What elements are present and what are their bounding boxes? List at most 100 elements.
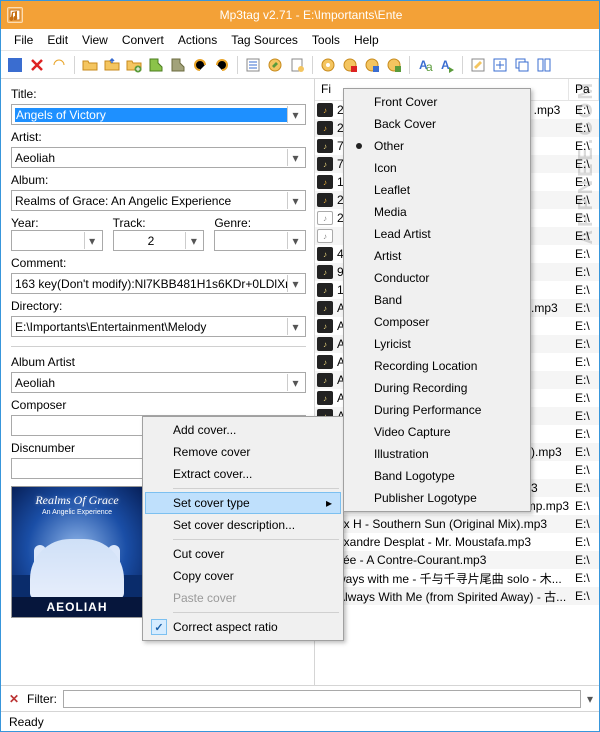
filter-input[interactable]	[63, 690, 581, 708]
folder-add-button[interactable]	[124, 55, 144, 75]
chevron-down-icon[interactable]: ▾	[287, 275, 303, 292]
menu-item[interactable]: Other	[346, 135, 528, 157]
genre-input[interactable]: ▾	[214, 230, 306, 251]
chevron-down-icon[interactable]: ▾	[287, 232, 303, 249]
menu-item[interactable]: Conductor	[346, 267, 528, 289]
menu-item[interactable]: Remove cover	[145, 441, 341, 463]
comment-input[interactable]: 163 key(Don't modify):Nl7KBB481H1s6KDr+0…	[11, 273, 306, 294]
mb2-button[interactable]	[340, 55, 360, 75]
table-row[interactable]: ♪exandre Desplat - Mr. Moustafa.mp3E:\	[315, 533, 599, 551]
menu-item[interactable]: Band	[346, 289, 528, 311]
tag-copy-button[interactable]	[146, 55, 166, 75]
mb1-button[interactable]	[318, 55, 338, 75]
menu-help[interactable]: Help	[347, 31, 386, 49]
cover-art[interactable]: Realms Of Grace An Angelic Experience AE…	[11, 486, 143, 618]
chevron-down-icon[interactable]: ▾	[587, 692, 593, 706]
cover-type-submenu[interactable]: Front CoverBack CoverOtherIcon Leaflet Med…	[343, 88, 531, 512]
mb3-button[interactable]	[362, 55, 382, 75]
menu-item[interactable]: Video Capture	[346, 421, 528, 443]
tag-edit-button[interactable]	[265, 55, 285, 75]
action-a-button[interactable]: Aa	[415, 55, 435, 75]
menu-item[interactable]: Composer	[346, 311, 528, 333]
close-icon[interactable]: ✕	[7, 692, 21, 706]
menu-convert[interactable]: Convert	[115, 31, 171, 49]
table-row[interactable]: ♪ways with me - 千与千寻片尾曲 solo - 木...E:\	[315, 569, 599, 587]
menu-item[interactable]: Correct aspect ratio	[145, 616, 341, 638]
menu-item[interactable]: Front Cover	[346, 91, 528, 113]
cover-context-menu[interactable]: Add cover...Remove coverExtract cover...…	[142, 416, 344, 641]
menu-label: Leaflet	[374, 183, 410, 197]
undo2-button[interactable]	[190, 55, 210, 75]
filter-label: Filter:	[27, 692, 57, 706]
action-run-button[interactable]: A	[437, 55, 457, 75]
album-label: Album:	[11, 173, 306, 187]
cascade-button[interactable]	[512, 55, 532, 75]
menu-view[interactable]: View	[75, 31, 115, 49]
filepath: E:\	[575, 193, 599, 207]
track-input[interactable]: 2▾	[113, 230, 205, 251]
submenu-arrow-icon: ▸	[326, 496, 332, 510]
menu-item[interactable]: Illustration	[346, 443, 528, 465]
menu-item[interactable]: Copy cover	[145, 565, 341, 587]
menu-tag-sources[interactable]: Tag Sources	[224, 31, 305, 49]
menu-item[interactable]: Publisher Logotype	[346, 487, 528, 509]
year-input[interactable]: ▾	[11, 230, 103, 251]
folder-up-button[interactable]	[102, 55, 122, 75]
chevron-down-icon[interactable]: ▾	[287, 149, 303, 166]
edit-button[interactable]	[468, 55, 488, 75]
tag-file-button[interactable]	[287, 55, 307, 75]
directory-input[interactable]: E:\Importants\Entertainment\Melody▾	[11, 316, 306, 337]
menu-item[interactable]: Icon	[346, 157, 528, 179]
chevron-down-icon[interactable]: ▾	[287, 318, 303, 335]
artist-input[interactable]: Aeoliah▾	[11, 147, 306, 168]
menu-item[interactable]: Recording Location	[346, 355, 528, 377]
menu-item[interactable]: During Performance	[346, 399, 528, 421]
table-row[interactable]: ♪Always With Me (from Spirited Away) - 古…	[315, 587, 599, 605]
menu-item[interactable]: Add cover...	[145, 419, 341, 441]
table-row[interactable]: ♪	[315, 605, 599, 623]
new-tab-button[interactable]	[490, 55, 510, 75]
album-artist-input[interactable]: Aeoliah▾	[11, 372, 306, 393]
save-button[interactable]	[5, 55, 25, 75]
menu-file[interactable]: File	[7, 31, 40, 49]
undo-button[interactable]	[49, 55, 69, 75]
separator	[74, 56, 75, 74]
menu-item[interactable]: Leaflet	[346, 179, 528, 201]
menu-item[interactable]: Band Logotype	[346, 465, 528, 487]
chevron-down-icon[interactable]: ▾	[287, 192, 303, 209]
col-path[interactable]: Pa	[569, 79, 599, 100]
menu-item[interactable]: Lyricist	[346, 333, 528, 355]
open-button[interactable]	[80, 55, 100, 75]
table-row[interactable]: ♪zée - A Contre-Courant.mp3E:\	[315, 551, 599, 569]
window-title: Mp3tag v2.71 - E:\Importants\Ente	[29, 8, 593, 22]
menu-label: Composer	[374, 315, 429, 329]
menu-item[interactable]: Set cover description...	[145, 514, 341, 536]
chevron-down-icon[interactable]: ▾	[185, 232, 201, 249]
redo-button[interactable]	[212, 55, 232, 75]
mb4-button[interactable]	[384, 55, 404, 75]
title-input[interactable]: Angels of Victory▾	[11, 104, 306, 125]
filename: ways with me - 千与千寻片尾曲 solo - 木...	[337, 570, 575, 587]
chevron-down-icon[interactable]: ▾	[287, 106, 303, 123]
delete-button[interactable]	[27, 55, 47, 75]
filepath: E:\	[575, 373, 599, 387]
menu-item[interactable]: Lead Artist	[346, 223, 528, 245]
tag-paste-button[interactable]	[168, 55, 188, 75]
menu-item[interactable]: Set cover type▸	[145, 492, 341, 514]
menu-item[interactable]: During Recording	[346, 377, 528, 399]
chevron-down-icon[interactable]: ▾	[84, 232, 100, 249]
album-input[interactable]: Realms of Grace: An Angelic Experience▾	[11, 190, 306, 211]
playlist-button[interactable]	[243, 55, 263, 75]
tile-button[interactable]	[534, 55, 554, 75]
menu-item[interactable]: Back Cover	[346, 113, 528, 135]
menu-item[interactable]: Artist	[346, 245, 528, 267]
menu-item[interactable]: Cut cover	[145, 543, 341, 565]
filepath: E:\	[575, 247, 599, 261]
menu-item[interactable]: Extract cover...	[145, 463, 341, 485]
menu-item[interactable]: Media	[346, 201, 528, 223]
menu-actions[interactable]: Actions	[171, 31, 224, 49]
menu-edit[interactable]: Edit	[40, 31, 75, 49]
chevron-down-icon[interactable]: ▾	[287, 374, 303, 391]
table-row[interactable]: ♪ex H - Southern Sun (Original Mix).mp3E…	[315, 515, 599, 533]
menu-tools[interactable]: Tools	[305, 31, 347, 49]
